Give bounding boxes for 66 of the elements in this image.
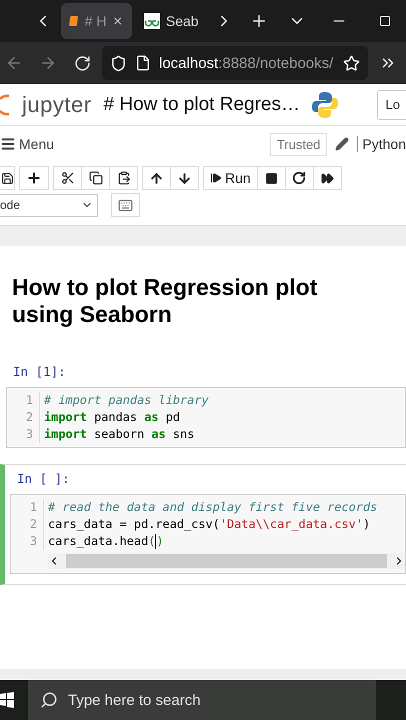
stop-button[interactable] — [256, 166, 286, 190]
cell-type-dropdown[interactable]: ode — [0, 194, 98, 216]
snake-logo-icon — [312, 90, 338, 118]
url-text: localhost:8888/notebooks/ — [159, 54, 334, 72]
book-icon — [68, 13, 79, 29]
restart-button[interactable] — [284, 166, 314, 190]
shield-icon[interactable] — [110, 54, 127, 72]
logout-button[interactable]: Lo — [376, 90, 406, 120]
code-cell[interactable]: In [ ]: 1 # read the data and display first five records 2 cars_data = pd.read_csv('Data\\car_data.csv') 3 cars_data.head() — [0, 464, 406, 585]
notebook-heading: How to plot Regression plot using Seaborn — [12, 274, 318, 328]
copy-button[interactable] — [81, 166, 110, 190]
arrow-down-icon — [177, 170, 192, 186]
restart-icon — [292, 171, 306, 185]
browser-tab[interactable]: # H — [60, 3, 132, 39]
code-line: import seaborn as sns — [44, 426, 194, 443]
keyboard-button[interactable] — [111, 193, 140, 217]
site-favicon — [144, 13, 160, 29]
add-cell-button[interactable] — [19, 166, 49, 190]
horizontal-scrollbar[interactable] — [48, 553, 405, 569]
menu-icon — [0, 136, 16, 152]
paste-button[interactable] — [109, 166, 138, 190]
page-icon[interactable] — [135, 55, 151, 71]
copy-icon — [88, 171, 102, 185]
line-number: 1 — [7, 392, 40, 409]
line-number: 1 — [11, 499, 44, 516]
fast-forward-icon — [320, 172, 334, 184]
code-line: # read the data and display first five records — [48, 499, 378, 516]
code-line: import pandas as pd — [44, 409, 180, 426]
kernel-name: Python — [357, 136, 406, 152]
line-number: 3 — [11, 533, 44, 550]
move-down-button[interactable] — [170, 166, 199, 190]
cell-prompt: In [1]: — [13, 364, 67, 379]
run-all-button[interactable] — [312, 166, 342, 190]
cell-prompt: In [ ]: — [17, 471, 71, 486]
jupyter-logo-text: jupyter — [22, 92, 92, 118]
trusted-indicator[interactable]: Trusted — [270, 132, 328, 156]
line-number: 3 — [7, 426, 40, 443]
paste-icon — [116, 171, 130, 185]
move-up-button[interactable] — [142, 166, 171, 190]
keyboard-icon — [118, 198, 133, 212]
address-bar[interactable]: localhost:8888/notebooks/ — [102, 46, 368, 80]
pencil-icon[interactable] — [335, 137, 350, 151]
line-number: 2 — [7, 409, 40, 426]
code-line: # import pandas library — [44, 392, 209, 409]
start-icon[interactable] — [0, 692, 14, 708]
browser-tab[interactable]: Seab — [136, 3, 208, 39]
code-cell[interactable]: In [1]: 1 # import pandas library 2 import pandas as pd 3 import seaborn as sns — [6, 358, 406, 458]
cut-button[interactable] — [53, 166, 82, 190]
save-button[interactable] — [0, 166, 15, 190]
stop-icon — [264, 172, 278, 184]
search-icon — [40, 691, 58, 709]
star-icon[interactable] — [343, 54, 360, 72]
code-line: cars_data = pd.read_csv('Data\\car_data.csv') — [48, 516, 370, 533]
code-editor[interactable]: 1 # import pandas library 2 import pandas as pd 3 import seaborn as sns — [6, 387, 406, 448]
taskbar-search-field[interactable]: Type here to search — [28, 680, 376, 720]
step-forward-icon — [210, 172, 222, 184]
scissors-icon — [60, 171, 74, 185]
save-icon — [0, 172, 14, 184]
notebook-title[interactable]: # How to plot Regres… — [104, 94, 300, 116]
run-button[interactable]: Run — [203, 166, 258, 190]
plus-icon — [26, 170, 42, 186]
code-line: cars_data.head() — [48, 533, 164, 550]
code-editor[interactable]: 1 # read the data and display first five records 2 cars_data = pd.read_csv('Data\\car_data.csv') 3 cars_data.head() — [10, 494, 406, 574]
logo-icon — [0, 92, 10, 116]
menu-button[interactable]: Menu — [0, 136, 54, 152]
line-number: 2 — [11, 516, 44, 533]
